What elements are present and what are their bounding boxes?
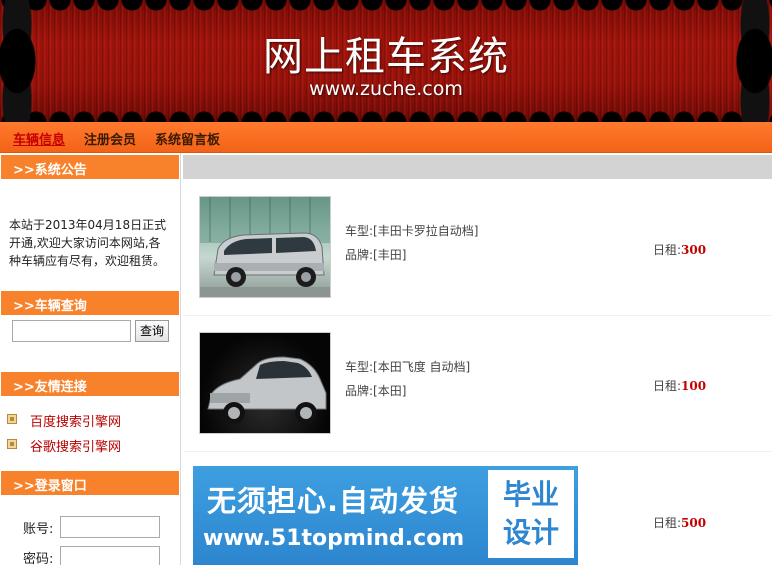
brand-value: [丰田] xyxy=(373,248,407,262)
main-nav: 车辆信息 注册会员 系统留言板 xyxy=(0,122,772,153)
nav-item-car-info[interactable]: 车辆信息 xyxy=(13,129,65,148)
rent-value: 500 xyxy=(681,516,707,530)
model-value[interactable]: [丰田卡罗拉自动档] xyxy=(373,224,478,238)
silver-minivan-icon xyxy=(200,197,330,297)
car-row: 车型:[丰田卡罗拉自动档] 品牌:[丰田] 日租:300 xyxy=(183,186,772,316)
main-content: 车型:[丰田卡罗拉自动档] 品牌:[丰田] 日租:300 车型:[本田飞度 自动… xyxy=(183,153,772,565)
brand-label: 品牌: xyxy=(345,384,374,398)
banner-scallop-bottom xyxy=(0,104,772,122)
password-field[interactable] xyxy=(60,546,160,565)
ad-url: www.51topmind.com xyxy=(203,526,465,551)
notice-heading: >>系统公告 xyxy=(1,155,179,179)
bullet-icon xyxy=(7,439,17,449)
link-google[interactable]: 谷歌搜索引擎网 xyxy=(30,436,121,455)
model-label: 车型: xyxy=(345,360,374,374)
content-title-bar xyxy=(183,155,772,179)
car-model: 车型:[本田飞度 自动档] xyxy=(345,358,470,375)
daily-rent: 日租:100 xyxy=(653,377,706,394)
model-value[interactable]: [本田飞度 自动档] xyxy=(373,360,470,374)
notice-text: 本站于2013年04月18日正式开通,欢迎大家访问本网站,各种车辆应有尽有，欢迎… xyxy=(9,218,167,268)
car-brand: 品牌:[丰田] xyxy=(345,246,406,263)
brand-label: 品牌: xyxy=(345,248,374,262)
site-title: 网上租车系统 xyxy=(263,34,509,80)
username-field[interactable] xyxy=(60,516,160,538)
car-row: 车型:[本田飞度 自动档] 品牌:[本田] 日租:100 xyxy=(183,322,772,452)
rent-value: 100 xyxy=(681,379,707,393)
daily-rent: 日租:500 xyxy=(653,514,706,531)
car-photo[interactable] xyxy=(199,196,331,298)
bullet-icon xyxy=(7,414,17,424)
rent-value: 300 xyxy=(681,243,707,257)
username-label: 账号: xyxy=(23,522,54,537)
banner-scallop-top xyxy=(0,0,772,18)
car-model: 车型:[丰田卡罗拉自动档] xyxy=(345,222,478,239)
nav-item-message-board[interactable]: 系统留言板 xyxy=(155,129,220,148)
login-heading: >>登录窗口 xyxy=(1,471,179,495)
ad-badge: 毕业 设计 xyxy=(488,470,574,558)
links-heading: >>友情连接 xyxy=(1,372,179,396)
password-label: 密码: xyxy=(23,552,54,565)
daily-rent: 日租:300 xyxy=(653,241,706,258)
watermark-ad-banner: 无须担心.自动发货 www.51topmind.com 毕业 设计 xyxy=(193,466,578,565)
rent-label: 日租: xyxy=(653,379,682,393)
search-button[interactable]: 查询 xyxy=(135,320,169,342)
nav-item-register[interactable]: 注册会员 xyxy=(84,129,136,148)
brand-value: [本田] xyxy=(373,384,407,398)
search-input[interactable] xyxy=(12,320,131,342)
car-brand: 品牌:[本田] xyxy=(345,382,406,399)
site-url: www.zuche.com xyxy=(309,78,463,100)
ad-headline: 无须担心.自动发货 xyxy=(207,484,460,518)
search-heading: >>车辆查询 xyxy=(1,291,179,315)
link-baidu[interactable]: 百度搜索引擎网 xyxy=(30,411,121,430)
sidebar: >>系统公告 本站于2013年04月18日正式开通,欢迎大家访问本网站,各种车辆… xyxy=(0,153,181,565)
header-banner: 网上租车系统 www.zuche.com xyxy=(0,0,772,122)
model-label: 车型: xyxy=(345,224,374,238)
rent-label: 日租: xyxy=(653,516,682,530)
rent-label: 日租: xyxy=(653,243,682,257)
silver-sedan-icon xyxy=(207,356,327,424)
car-photo[interactable] xyxy=(199,332,331,434)
